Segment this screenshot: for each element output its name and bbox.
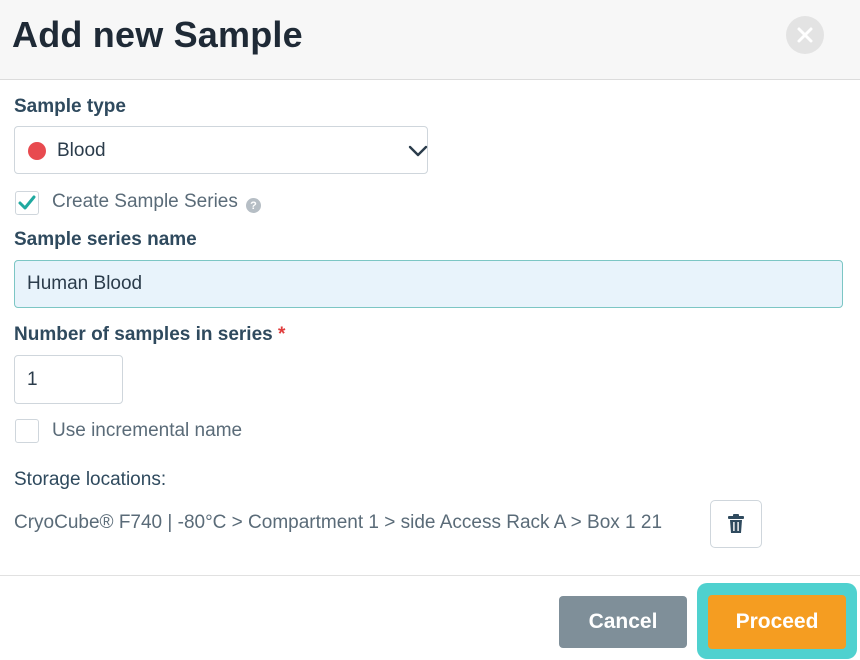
trash-icon — [728, 514, 744, 533]
incremental-name-checkbox[interactable] — [15, 419, 39, 443]
checkmark-icon — [18, 195, 36, 210]
footer-divider — [0, 575, 860, 576]
close-button[interactable] — [786, 16, 824, 54]
sample-type-value: Blood — [57, 140, 106, 161]
required-mark: * — [278, 324, 286, 345]
help-icon[interactable]: ? — [246, 198, 261, 213]
sample-type-label: Sample type — [14, 96, 126, 117]
proceed-button[interactable]: Proceed — [708, 595, 846, 649]
num-samples-input[interactable]: 1 — [14, 355, 123, 404]
create-series-label: Create Sample Series — [52, 191, 238, 212]
chevron-down-icon — [408, 145, 428, 157]
sample-type-select[interactable]: Blood — [14, 126, 428, 174]
create-series-checkbox[interactable] — [15, 191, 39, 215]
close-icon — [797, 27, 813, 43]
series-name-input[interactable]: Human Blood — [14, 260, 843, 308]
cancel-button[interactable]: Cancel — [559, 596, 687, 648]
storage-locations-label: Storage locations: — [14, 469, 167, 490]
storage-location-path: CryoCube® F740 | -80°C > Compartment 1 >… — [14, 512, 663, 533]
num-samples-label-text: Number of samples in series — [14, 324, 273, 345]
dialog-header: Add new Sample — [0, 0, 860, 80]
delete-location-button[interactable] — [710, 500, 762, 548]
series-name-label: Sample series name — [14, 229, 197, 250]
num-samples-label: Number of samples in series * — [14, 324, 285, 346]
num-samples-value: 1 — [27, 368, 38, 390]
incremental-name-label: Use incremental name — [52, 420, 243, 441]
sample-type-color-dot — [28, 142, 46, 160]
series-name-value: Human Blood — [27, 273, 143, 294]
dialog-title: Add new Sample — [12, 14, 303, 55]
